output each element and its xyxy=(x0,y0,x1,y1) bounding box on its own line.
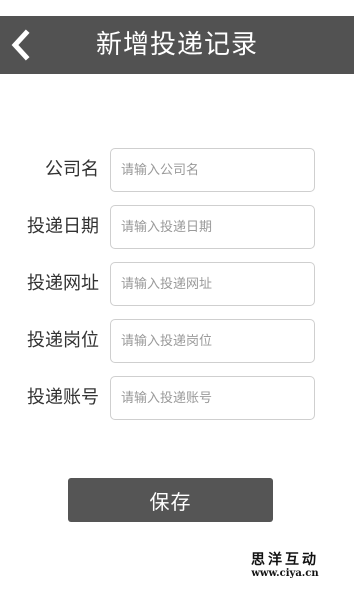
form-row-account: 投递账号 xyxy=(0,376,354,420)
form-row-position: 投递岗位 xyxy=(0,319,354,363)
company-input[interactable] xyxy=(110,148,315,192)
date-input[interactable] xyxy=(110,205,315,249)
form-row-url: 投递网址 xyxy=(0,262,354,306)
page-title: 新增投递记录 xyxy=(95,30,258,60)
account-label: 投递账号 xyxy=(27,387,99,408)
app-page: 新增投递记录 公司名 投递日期 投递网址 投递岗位 投递账号 保存 思洋互动 w… xyxy=(0,0,354,591)
url-input[interactable] xyxy=(110,262,315,306)
form-row-date: 投递日期 xyxy=(0,205,354,249)
watermark: 思洋互动 www.ciya.cn xyxy=(243,552,327,580)
watermark-name: 思洋互动 xyxy=(251,552,319,568)
company-label: 公司名 xyxy=(45,159,99,180)
url-label: 投递网址 xyxy=(27,273,99,294)
watermark-url: www.ciya.cn xyxy=(251,568,319,579)
account-input[interactable] xyxy=(110,376,315,420)
position-input[interactable] xyxy=(110,319,315,363)
position-label: 投递岗位 xyxy=(27,330,99,351)
header-bar: 新增投递记录 xyxy=(0,16,354,74)
save-button[interactable]: 保存 xyxy=(68,478,273,522)
date-label: 投递日期 xyxy=(27,216,99,237)
form-row-company: 公司名 xyxy=(0,148,354,192)
